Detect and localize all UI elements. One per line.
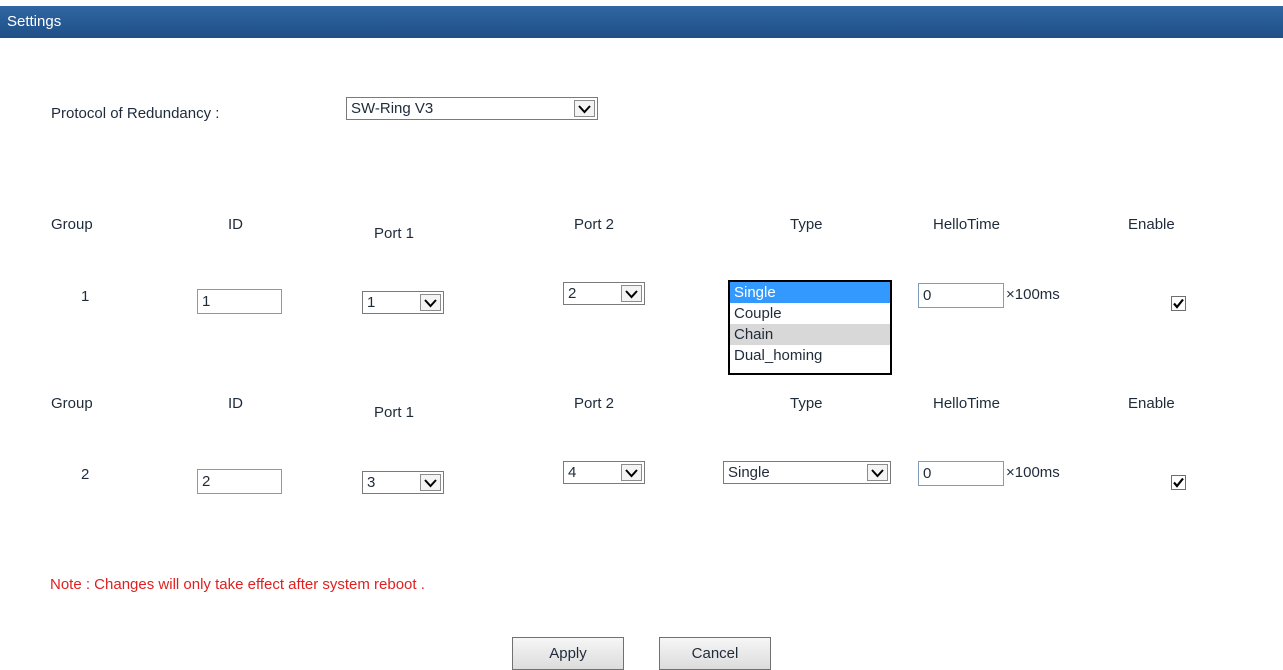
group-1-hellotime-unit: ×100ms <box>1006 286 1060 303</box>
group-2-id-input[interactable]: 2 <box>197 469 282 494</box>
reboot-note: Note : Changes will only take effect aft… <box>50 576 425 593</box>
column-header-hellotime: HelloTime <box>933 216 1000 233</box>
group-2-port1-value: 3 <box>367 474 376 491</box>
group-2-hellotime-input[interactable]: 0 <box>918 461 1004 486</box>
group-2-id-value: 2 <box>202 473 211 490</box>
group-2-type-select[interactable]: Single <box>723 461 891 484</box>
group-1-enable-checkbox[interactable] <box>1171 296 1186 311</box>
type-option-chain[interactable]: Chain <box>730 324 890 345</box>
page-title: Settings <box>7 13 62 30</box>
column-header-id: ID <box>228 216 243 233</box>
settings-title-bar: Settings <box>0 6 1283 38</box>
column-header-port2: Port 2 <box>574 216 615 233</box>
checkmark-icon <box>1173 298 1184 309</box>
cancel-button[interactable]: Cancel <box>659 637 771 670</box>
chevron-down-icon <box>621 464 642 481</box>
type-option-couple[interactable]: Couple <box>730 303 890 324</box>
protocol-select-value: SW-Ring V3 <box>351 100 434 117</box>
chevron-down-icon <box>621 285 642 302</box>
column-header-port1: Port 1 <box>374 225 415 242</box>
group-1-hellotime-input[interactable]: 0 <box>918 283 1004 308</box>
column-header-enable: Enable <box>1128 395 1175 412</box>
checkmark-icon <box>1173 477 1184 488</box>
group-2-port1-select[interactable]: 3 <box>362 471 444 494</box>
group-2-hellotime-unit: ×100ms <box>1006 464 1060 481</box>
group-2-port2-select[interactable]: 4 <box>563 461 645 484</box>
group-1-id-input[interactable]: 1 <box>197 289 282 314</box>
protocol-label: Protocol of Redundancy : <box>51 105 220 122</box>
group-2-type-value: Single <box>728 464 770 481</box>
column-header-hellotime: HelloTime <box>933 395 1000 412</box>
group-2-hellotime-value: 0 <box>923 465 932 482</box>
group-1-id-value: 1 <box>202 293 211 310</box>
group-1-type-listbox[interactable]: Single Couple Chain Dual_homing <box>728 280 892 375</box>
column-header-port2: Port 2 <box>574 395 615 412</box>
chevron-down-icon <box>574 100 595 117</box>
group-1-port2-select[interactable]: 2 <box>563 282 645 305</box>
type-option-single[interactable]: Single <box>730 282 890 303</box>
chevron-down-icon <box>420 474 441 491</box>
group-1-hellotime-value: 0 <box>923 287 932 304</box>
column-header-type: Type <box>790 216 823 233</box>
column-header-enable: Enable <box>1128 216 1175 233</box>
group-2-enable-checkbox[interactable] <box>1171 475 1186 490</box>
apply-button[interactable]: Apply <box>512 637 624 670</box>
type-option-dual-homing[interactable]: Dual_homing <box>730 345 890 366</box>
group-1-port1-select[interactable]: 1 <box>362 291 444 314</box>
group-2-port2-value: 4 <box>568 464 577 481</box>
column-header-id: ID <box>228 395 243 412</box>
chevron-down-icon <box>420 294 441 311</box>
group-number: 1 <box>81 288 90 305</box>
group-1-port1-value: 1 <box>367 294 376 311</box>
column-header-type: Type <box>790 395 823 412</box>
column-header-port1: Port 1 <box>374 404 415 421</box>
group-1-port2-value: 2 <box>568 285 577 302</box>
protocol-select[interactable]: SW-Ring V3 <box>346 97 598 120</box>
group-number: 2 <box>81 466 90 483</box>
chevron-down-icon <box>867 464 888 481</box>
column-header-group: Group <box>51 216 93 233</box>
column-header-group: Group <box>51 395 93 412</box>
